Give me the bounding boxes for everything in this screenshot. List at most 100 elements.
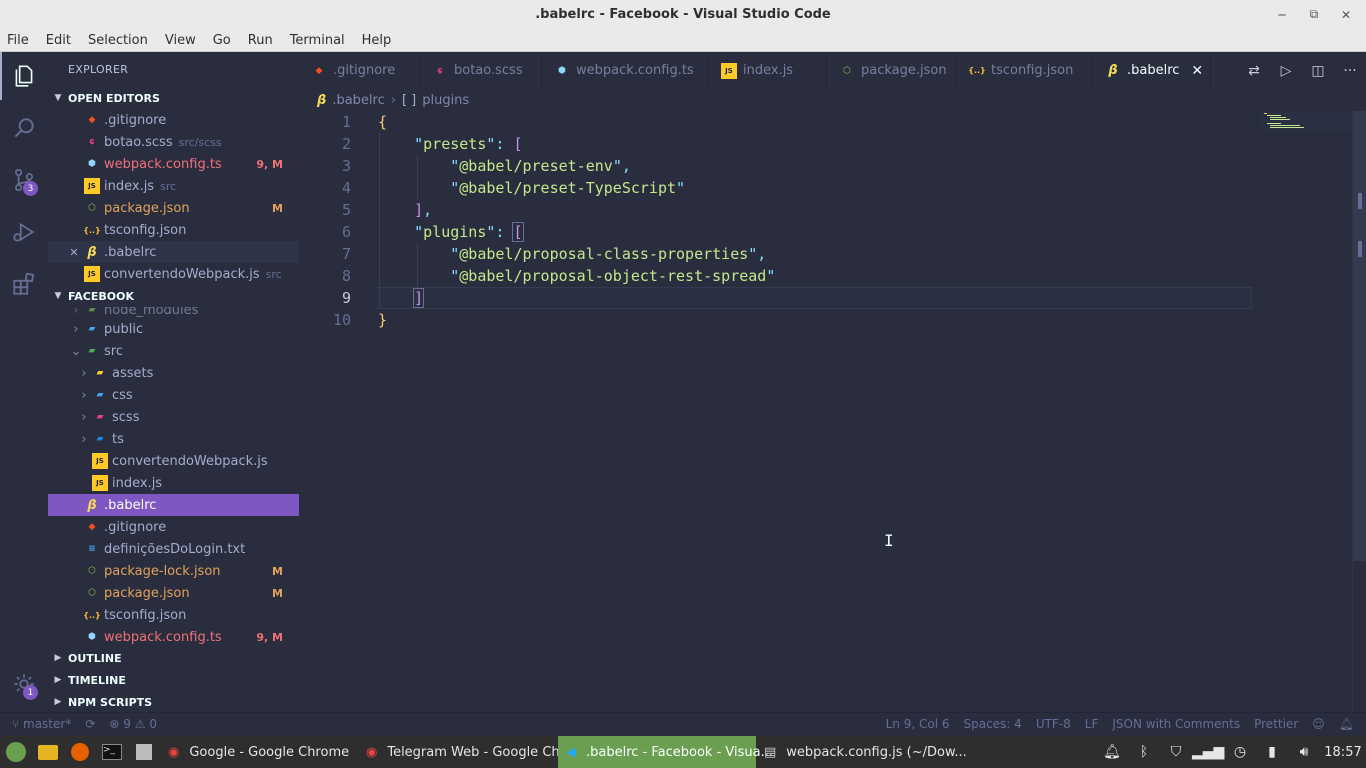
volume-icon[interactable]: 🔊︎ xyxy=(1288,744,1320,760)
firefox-launcher[interactable] xyxy=(64,736,96,768)
close-window-button[interactable]: ✕ xyxy=(1330,0,1362,29)
end-of-line[interactable]: LF xyxy=(1085,717,1099,731)
menu-file[interactable]: File xyxy=(7,33,29,48)
sync-icon[interactable]: ⟳ xyxy=(85,717,95,731)
open-editor-item[interactable]: JS index.js src xyxy=(48,175,299,197)
tree-file[interactable]: ≡ definiçõesDoLogin.txt xyxy=(48,538,299,560)
tree-file[interactable]: ◆ .gitignore xyxy=(48,516,299,538)
menu-terminal[interactable]: Terminal xyxy=(290,33,345,48)
menu-go[interactable]: Go xyxy=(213,33,231,48)
manage-button[interactable]: 1 xyxy=(0,660,48,708)
open-editor-item[interactable]: ⬢ webpack.config.ts 9, M xyxy=(48,153,299,175)
tab-botao-scss[interactable]: ɕ botao.scss xyxy=(420,52,542,89)
indentation[interactable]: Spaces: 4 xyxy=(964,717,1022,731)
taskbar-app[interactable]: ◉ Telegram Web - Google Ch... xyxy=(358,736,572,768)
terminal-launcher[interactable]: >_ xyxy=(96,736,128,768)
clock-icon[interactable]: ◷ xyxy=(1224,744,1256,760)
branch-status[interactable]: ⑂ master* xyxy=(12,717,71,731)
cursor-position[interactable]: Ln 9, Col 6 xyxy=(886,717,950,731)
more-actions-icon[interactable]: ··· xyxy=(1334,63,1366,79)
open-editor-item[interactable]: ⬡ package.json M xyxy=(48,197,299,219)
open-editors-header[interactable]: ▼ OPEN EDITORS xyxy=(48,87,299,109)
tree-file[interactable]: ⬡ package-lock.json M xyxy=(48,560,299,582)
tree-file[interactable]: JS convertendoWebpack.js xyxy=(48,450,299,472)
chevron-down-icon[interactable]: ⌄ xyxy=(68,344,84,359)
chevron-right-icon[interactable]: › xyxy=(68,322,84,337)
minimap[interactable] xyxy=(1260,111,1352,131)
tab-babelrc[interactable]: β .babelrc ✕ xyxy=(1093,52,1211,89)
encoding[interactable]: UTF-8 xyxy=(1036,717,1071,731)
section-timeline[interactable]: ▶ TIMELINE xyxy=(48,669,299,691)
open-editor-item[interactable]: ✕ β .babelrc xyxy=(48,241,299,263)
tree-file[interactable]: ⬡ package.json M xyxy=(48,582,299,604)
notifications-icon[interactable]: 🔔︎ xyxy=(1096,744,1128,760)
menu-edit[interactable]: Edit xyxy=(46,33,71,48)
taskbar-app[interactable]: ◀ .babelrc - Facebook - Visua... xyxy=(558,736,773,768)
taskbar-app[interactable]: ◉ Google - Google Chrome xyxy=(160,736,358,768)
open-editor-item[interactable]: ◆ .gitignore xyxy=(48,109,299,131)
menu-run[interactable]: Run xyxy=(248,33,273,48)
compare-changes-icon[interactable]: ⇄ xyxy=(1238,63,1270,79)
extensions-button[interactable] xyxy=(0,260,48,308)
taskbar-app[interactable]: ▤ webpack.config.js (~/Dow... xyxy=(756,736,967,768)
tree-folder[interactable]: › ▰ node_modules xyxy=(48,307,299,318)
close-icon[interactable]: ✕ xyxy=(1191,63,1203,79)
section-outline[interactable]: ▶ OUTLINE xyxy=(48,647,299,669)
code-editor[interactable]: 1 { 2 "presets": [ 3 "@babel/preset-env"… xyxy=(299,111,1352,712)
restore-button[interactable]: ⧉ xyxy=(1298,0,1330,29)
tab-index-js[interactable]: JS index.js xyxy=(709,52,827,89)
tab-gitignore[interactable]: ◆ .gitignore xyxy=(299,52,420,89)
chevron-right-icon[interactable]: › xyxy=(76,366,92,381)
project-header[interactable]: ▼ FACEBOOK xyxy=(48,285,299,307)
battery-icon[interactable]: ▮ xyxy=(1256,744,1288,760)
bluetooth-icon[interactable]: ᛒ xyxy=(1128,744,1160,760)
minimize-button[interactable]: ─ xyxy=(1266,0,1298,29)
explorer-button[interactable] xyxy=(0,52,48,100)
editor-scrollbar[interactable] xyxy=(1352,111,1366,712)
chevron-right-icon[interactable]: › xyxy=(76,432,92,447)
menu-help[interactable]: Help xyxy=(362,33,392,48)
scrollbar-thumb[interactable] xyxy=(1353,111,1366,561)
formatter[interactable]: Prettier xyxy=(1254,717,1298,731)
open-editor-item[interactable]: ɕ botao.scss src/scss xyxy=(48,131,299,153)
run-debug-button[interactable] xyxy=(0,208,48,256)
search-button[interactable] xyxy=(0,104,48,152)
chevron-right-icon[interactable]: › xyxy=(76,410,92,425)
feedback-icon[interactable]: ☺ xyxy=(1312,717,1325,731)
tree-folder[interactable]: › ▰ ts xyxy=(48,428,299,450)
tree-file[interactable]: {..} tsconfig.json xyxy=(48,604,299,626)
breadcrumb-symbol[interactable]: plugins xyxy=(422,93,469,108)
shield-icon[interactable]: ⛉ xyxy=(1160,744,1192,760)
chevron-right-icon[interactable]: › xyxy=(68,307,84,318)
section-npm-scripts[interactable]: ▶ NPM SCRIPTS xyxy=(48,691,299,713)
source-control-button[interactable]: 3 xyxy=(0,156,48,204)
close-icon[interactable]: ✕ xyxy=(48,246,84,259)
files-launcher[interactable] xyxy=(32,736,64,768)
menu-view[interactable]: View xyxy=(165,33,196,48)
bell-icon[interactable]: 🔔︎ xyxy=(1339,717,1354,731)
open-editor-item[interactable]: JS convertendoWebpack.js src xyxy=(48,263,299,285)
tree-folder[interactable]: ⌄ ▰ src xyxy=(48,340,299,362)
clock-time[interactable]: 18:57 xyxy=(1320,745,1366,760)
problems-status[interactable]: ⊗ 9 ⚠ 0 xyxy=(109,717,157,731)
open-editor-item[interactable]: {..} tsconfig.json xyxy=(48,219,299,241)
run-icon[interactable]: ▷ xyxy=(1270,63,1302,79)
split-editor-icon[interactable]: ◫ xyxy=(1302,63,1334,79)
tree-folder[interactable]: › ▰ public xyxy=(48,318,299,340)
network-icon[interactable]: ▂▄▆ xyxy=(1192,744,1224,760)
tab-tsconfig-json[interactable]: {..} tsconfig.json xyxy=(957,52,1093,89)
chevron-right-icon[interactable]: › xyxy=(76,388,92,403)
tree-folder[interactable]: › ▰ css xyxy=(48,384,299,406)
menu-selection[interactable]: Selection xyxy=(88,33,148,48)
tree-folder[interactable]: › ▰ scss xyxy=(48,406,299,428)
tab-package-json[interactable]: ⬡ package.json xyxy=(827,52,957,89)
tree-file[interactable]: ⬢ webpack.config.ts 9, M xyxy=(48,626,299,647)
tree-folder[interactable]: › ▰ assets xyxy=(48,362,299,384)
language-mode[interactable]: JSON with Comments xyxy=(1112,717,1240,731)
tree-file[interactable]: JS index.js xyxy=(48,472,299,494)
tab-webpack-config-ts[interactable]: ⬢ webpack.config.ts xyxy=(542,52,709,89)
breadcrumb-file[interactable]: .babelrc xyxy=(332,93,384,108)
mint-menu-button[interactable] xyxy=(0,736,32,768)
text-editor-launcher[interactable] xyxy=(128,736,160,768)
tree-file[interactable]: β .babelrc xyxy=(48,494,299,516)
